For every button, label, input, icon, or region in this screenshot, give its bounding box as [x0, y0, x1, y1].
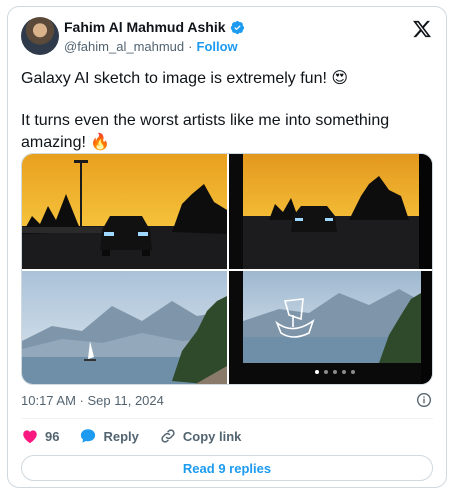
author-name-row: Fahim Al Mahmud Ashik	[64, 19, 245, 35]
media-grid	[21, 153, 433, 385]
carousel-dot[interactable]	[342, 370, 346, 374]
read-replies-button[interactable]: Read 9 replies	[21, 455, 433, 481]
heart-icon	[23, 430, 37, 444]
tweet-line-1: Galaxy AI sketch to image is extremely f…	[21, 67, 436, 89]
copy-link-label: Copy link	[182, 428, 242, 444]
media-image-lake-sketch[interactable]	[229, 271, 432, 384]
author-handle[interactable]: @fahim_al_mahmud	[64, 39, 184, 54]
carousel-dot[interactable]	[351, 370, 355, 374]
heart-eyes-emoji: 😍	[331, 68, 349, 87]
reply-label: Reply	[103, 428, 139, 444]
tweet-card: Fahim Al Mahmud Ashik @fahim_al_mahmud ·…	[7, 6, 447, 488]
carousel-dot[interactable]	[315, 370, 319, 374]
info-icon[interactable]	[416, 392, 432, 408]
tweet-line-2-text: It turns even the worst artists like me …	[21, 112, 390, 151]
media-image-car-phone[interactable]	[229, 154, 432, 269]
x-logo-icon[interactable]	[412, 19, 432, 39]
tweet-timestamp[interactable]: 10:17 AM · Sep 11, 2024	[21, 393, 164, 408]
media-image-car-sunset[interactable]	[22, 154, 227, 269]
tweet-line-2: It turns even the worst artists like me …	[21, 110, 436, 153]
carousel-dots	[315, 370, 355, 374]
like-button[interactable]: 96	[21, 427, 59, 445]
verified-badge-icon	[230, 20, 244, 34]
action-bar: 96 Reply Copy link	[21, 425, 261, 447]
carousel-dot[interactable]	[324, 370, 328, 374]
follow-button[interactable]: Follow	[197, 39, 238, 54]
link-icon	[161, 429, 175, 443]
carousel-dot[interactable]	[333, 370, 337, 374]
fire-emoji: 🔥	[90, 132, 111, 151]
media-image-lake-sailboat[interactable]	[22, 271, 227, 384]
handle-row: @fahim_al_mahmud · Follow	[64, 39, 238, 54]
copy-link-button[interactable]: Copy link	[159, 427, 242, 445]
reply-button[interactable]: Reply	[79, 427, 139, 445]
handle-separator: ·	[188, 39, 193, 54]
like-count: 96	[45, 428, 60, 444]
avatar[interactable]	[21, 17, 59, 55]
reply-bubble-icon	[81, 429, 96, 443]
author-name[interactable]: Fahim Al Mahmud Ashik	[64, 19, 226, 35]
divider	[21, 418, 433, 419]
tweet-line-1-text: Galaxy AI sketch to image is extremely f…	[21, 70, 327, 87]
